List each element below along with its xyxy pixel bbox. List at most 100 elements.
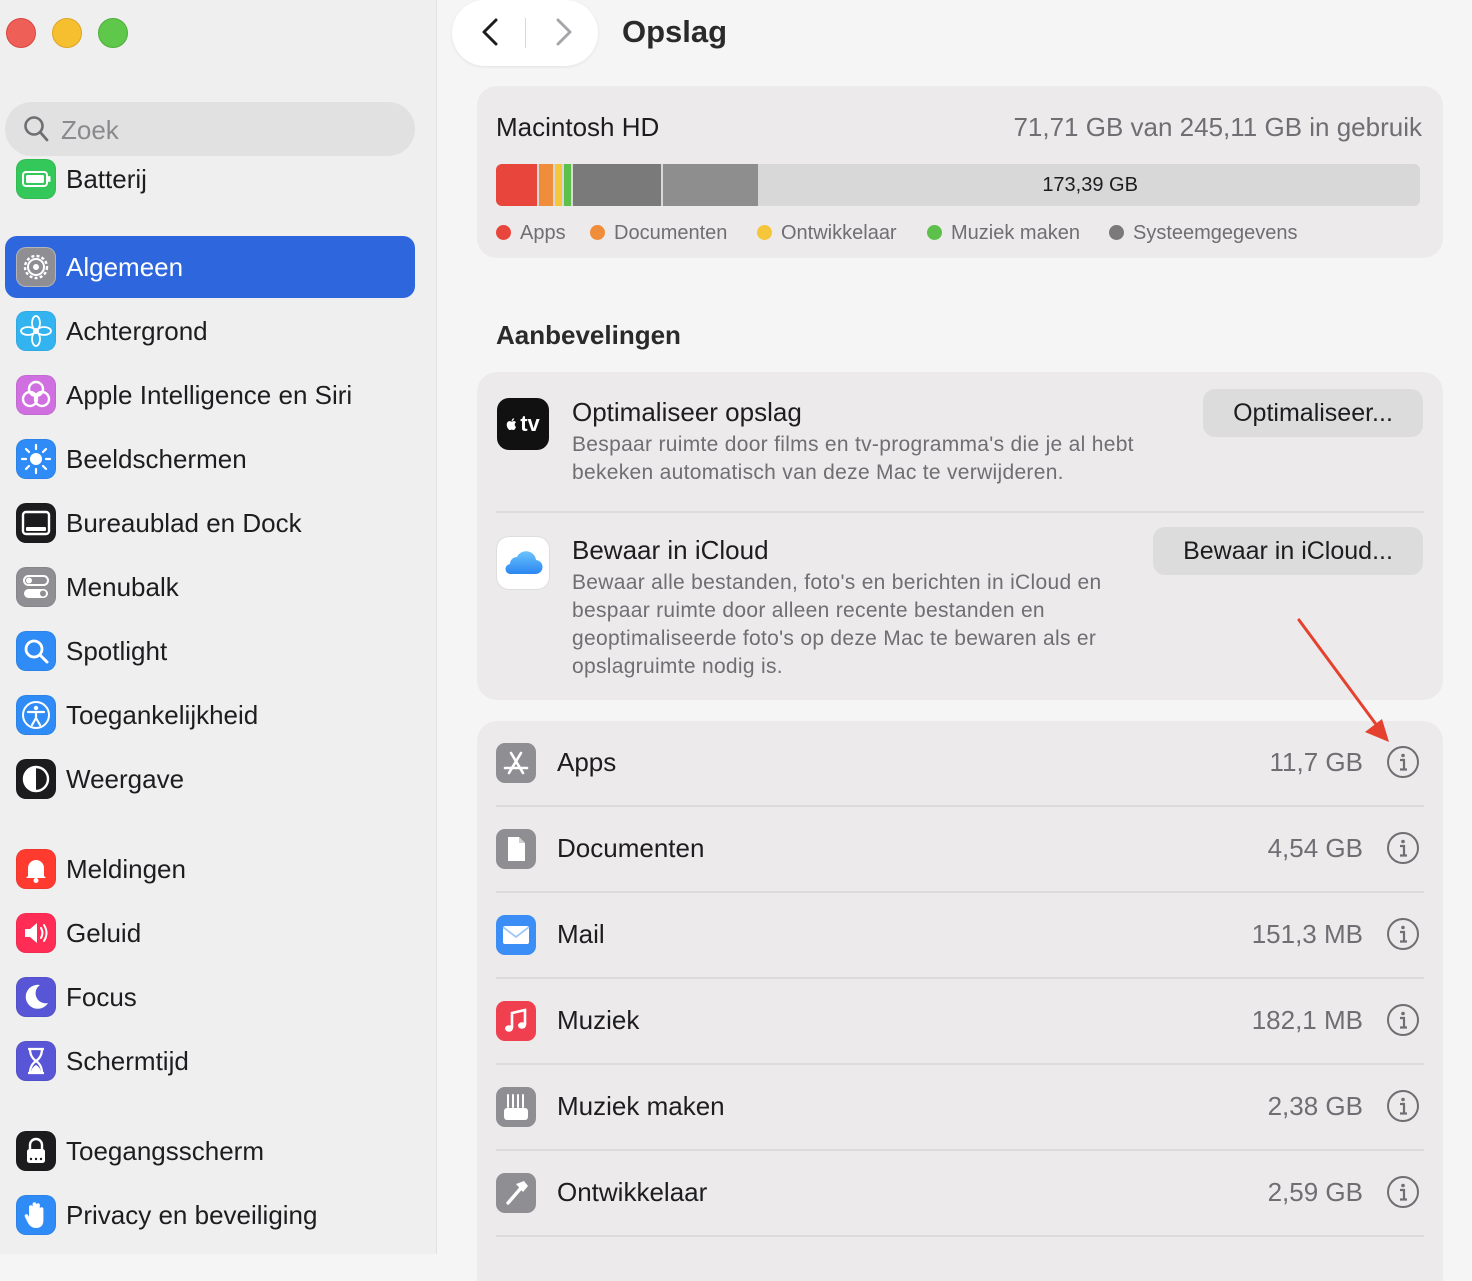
optimize-button[interactable]: Optimaliseer... [1203, 389, 1423, 437]
sidebar-item-batterij[interactable]: Batterij [5, 148, 415, 210]
magnifier-icon [16, 631, 56, 671]
document-icon [496, 829, 536, 869]
legend-dot [590, 225, 605, 240]
category-name: Muziek [557, 1005, 640, 1035]
sidebar-item-label: Beeldschermen [66, 444, 247, 474]
siri-icon [16, 375, 56, 415]
minimize-window-button[interactable] [52, 18, 82, 48]
legend-item: Systeemgegevens [1109, 222, 1298, 245]
forward-button[interactable] [544, 14, 580, 50]
info-button[interactable] [1386, 745, 1420, 779]
rec-optimize-description: Bespaar ruimte door films en tv-programm… [572, 433, 1134, 484]
storage-segment [538, 164, 554, 206]
icloud-icon [497, 537, 549, 589]
sidebar-item-label: Bureaublad en Dock [66, 508, 302, 538]
appstore-icon [496, 743, 536, 783]
category-size: 2,38 GB [1267, 1091, 1363, 1121]
sidebar-item-meldingen[interactable]: Meldingen [5, 838, 415, 900]
sidebar-item-label: Meldingen [66, 854, 186, 884]
zoom-window-button[interactable] [98, 18, 128, 48]
rec-icloud-description: Bewaar alle bestanden, foto's en bericht… [572, 571, 1102, 678]
appletv-icon-text: tv [520, 411, 540, 436]
category-name: Ontwikkelaar [557, 1177, 708, 1207]
recommendations-title: Aanbevelingen [496, 320, 681, 350]
storage-segment [496, 164, 537, 206]
category-name: Apps [557, 747, 617, 777]
legend-item: Documenten [590, 222, 727, 245]
legend-label: Documenten [614, 222, 728, 244]
category-size: 11,7 GB [1269, 747, 1363, 777]
sidebar-item-label: Apple Intelligence en Siri [66, 380, 353, 410]
flower-icon [16, 311, 56, 351]
storage-segment [663, 164, 759, 206]
toggle-icon [16, 567, 56, 607]
music-icon [496, 1001, 536, 1041]
back-button[interactable] [474, 14, 510, 50]
disk-usage: 71,71 GB van 245,11 GB in gebruik [1013, 112, 1422, 142]
legend-dot [927, 225, 942, 240]
info-button[interactable] [1386, 1175, 1420, 1209]
legend-item: Muziek maken [927, 222, 1080, 245]
navigation-controls [452, 0, 598, 66]
moon-icon [16, 977, 56, 1017]
sidebar-item-achtergrond[interactable]: Achtergrond [5, 300, 415, 362]
sidebar-item-privacy-en-beveiliging[interactable]: Privacy en beveiliging [5, 1184, 415, 1246]
sidebar-item-menubalk[interactable]: Menubalk [5, 556, 415, 618]
sidebar-item-spotlight[interactable]: Spotlight [5, 620, 415, 682]
sidebar-item-label: Privacy en beveiliging [66, 1200, 318, 1230]
info-button[interactable] [1386, 1089, 1420, 1123]
page-title: Opslag [622, 14, 728, 49]
accessibility-icon [16, 695, 56, 735]
sidebar-item-focus[interactable]: Focus [5, 966, 415, 1028]
close-window-button[interactable] [6, 18, 36, 48]
sidebar-item-toegangsscherm[interactable]: Toegangsscherm [5, 1120, 415, 1182]
category-row: Muziek maken 2,38 GB [477, 1065, 1443, 1151]
rec-optimize-title: Optimaliseer opslag [572, 397, 802, 427]
sidebar-item-algemeen[interactable]: Algemeen [5, 236, 415, 298]
info-button[interactable] [1386, 1003, 1420, 1037]
category-size: 4,54 GB [1267, 833, 1363, 863]
sidebar-item-geluid[interactable]: Geluid [5, 902, 415, 964]
category-row: Muziek 182,1 MB [477, 979, 1443, 1065]
legend-label: Apps [520, 222, 566, 244]
apple-logo-icon [506, 418, 517, 430]
storage-segment [555, 164, 563, 206]
legend-item: Apps [496, 222, 566, 245]
lock-icon [16, 1131, 56, 1171]
gear-icon [16, 247, 56, 287]
rec-icloud-title: Bewaar in iCloud [572, 535, 769, 565]
legend-dot [496, 225, 511, 240]
sidebar-item-label: Algemeen [66, 252, 184, 282]
sidebar-item-label: Schermtijd [66, 1046, 189, 1076]
sun-icon [16, 439, 56, 479]
category-size: 2,59 GB [1267, 1177, 1363, 1207]
storage-usage-bar: 173,39 GB [496, 164, 1420, 206]
sidebar-item-beeldschermen[interactable]: Beeldschermen [5, 428, 415, 490]
sidebar-item-label: Batterij [66, 164, 147, 194]
legend-label: Muziek maken [951, 222, 1080, 244]
category-size: 151,3 MB [1251, 919, 1363, 949]
sidebar-item-weergave[interactable]: Weergave [5, 748, 415, 810]
appletv-icon: tv [497, 398, 549, 450]
category-name: Documenten [557, 833, 705, 863]
info-button[interactable] [1386, 917, 1420, 951]
legend-label: Systeemgegevens [1133, 222, 1298, 244]
sidebar: Zoek Batterij Algemeen Achtergrond Apple In… [0, 0, 436, 1254]
category-row: Apps 11,7 GB [477, 721, 1443, 807]
disk-name: Macintosh HD [496, 112, 660, 142]
sidebar-item-schermtijd[interactable]: Schermtijd [5, 1030, 415, 1092]
store-in-icloud-button[interactable]: Bewaar in iCloud... [1153, 527, 1423, 575]
hourglass-icon [16, 1041, 56, 1081]
sidebar-item-label: Focus [66, 982, 137, 1012]
free-space-label: 173,39 GB [1042, 174, 1138, 196]
sidebar-item-apple-intelligence-en-siri[interactable]: Apple Intelligence en Siri [5, 364, 415, 426]
info-button[interactable] [1386, 831, 1420, 865]
sidebar-item-bureaublad-en-dock[interactable]: Bureaublad en Dock [5, 492, 415, 554]
appearance-icon [16, 759, 56, 799]
music-creation-icon [496, 1087, 536, 1127]
dock-icon [16, 503, 56, 543]
sidebar-item-label: Weergave [66, 764, 185, 794]
category-size: 182,1 MB [1251, 1005, 1363, 1035]
hand-icon [16, 1195, 56, 1235]
sidebar-item-toegankelijkheid[interactable]: Toegankelijkheid [5, 684, 415, 746]
